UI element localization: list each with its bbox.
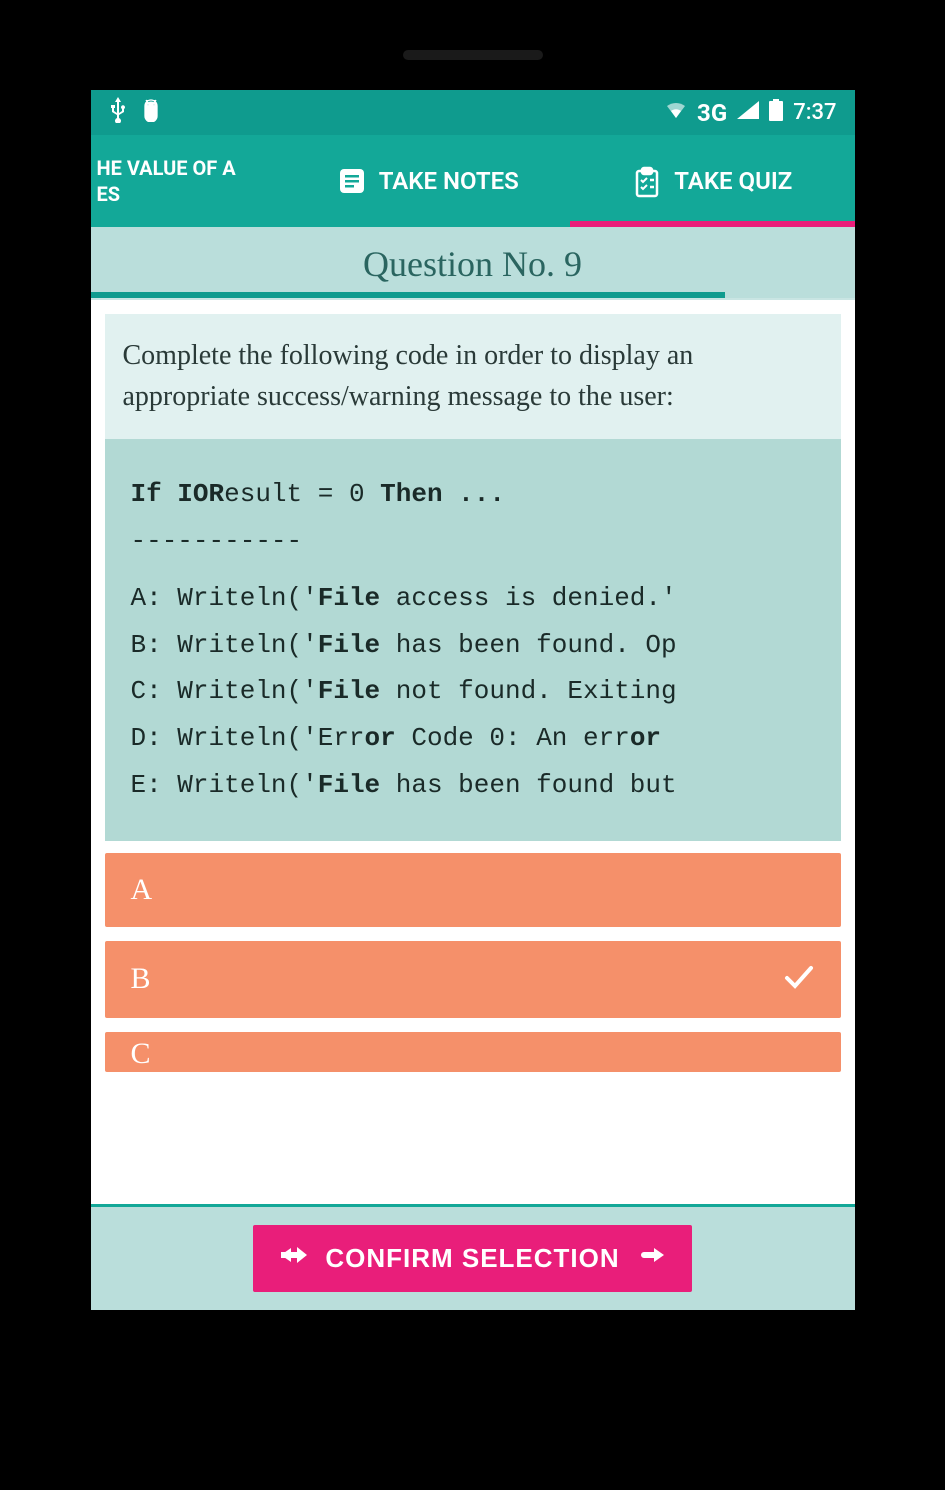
hand-right-icon [636,1244,664,1273]
question-header: Question No. 9 [91,227,855,298]
signal-icon [737,100,759,125]
bottom-bar: CONFIRM SELECTION [91,1204,855,1310]
status-right: 3G 7:37 [665,99,836,127]
answer-a-label: A [131,873,153,907]
usb-icon [109,97,127,128]
title-line-1: HE VALUE OF A [97,155,280,181]
code-divider: ----------- [131,518,815,565]
clock-time: 7:37 [793,100,836,125]
code-option-b: B: Writeln('File has been found. Op [131,622,815,669]
tab-notes-label: TAKE NOTES [379,167,519,195]
tab-take-quiz[interactable]: TAKE QUIZ [570,135,855,227]
status-left [109,97,161,128]
tab-bar: HE VALUE OF A ES TAKE NOTES TAKE QUIZ [91,135,855,227]
question-title: Question No. 9 [91,243,855,285]
answer-option-b[interactable]: B [105,941,841,1018]
code-option-a: A: Writeln('File access is denied.' [131,575,815,622]
answer-list: A B C [105,853,841,1072]
code-option-c: C: Writeln('File not found. Exiting [131,668,815,715]
answer-b-label: B [131,962,151,996]
android-debug-icon [141,98,161,127]
tab-take-notes[interactable]: TAKE NOTES [286,135,571,227]
battery-icon [769,99,783,127]
code-line-header: If IOResult = 0 Then ... [131,471,815,518]
network-label: 3G [697,99,727,127]
status-bar: 3G 7:37 [91,90,855,135]
phone-frame: 3G 7:37 HE VALUE OF A ES TAKE NOTES [83,20,863,1410]
question-prompt: Complete the following code in order to … [105,314,841,439]
hand-left-icon [281,1244,309,1273]
code-option-e: E: Writeln('File has been found but [131,762,815,809]
screen: 3G 7:37 HE VALUE OF A ES TAKE NOTES [91,90,855,1310]
tab-quiz-label: TAKE QUIZ [674,167,792,195]
content-area: Complete the following code in order to … [91,298,855,1204]
code-block: If IOResult = 0 Then ... ----------- A: … [105,439,841,841]
answer-option-a[interactable]: A [105,853,841,927]
quiz-icon [632,166,662,196]
answer-option-c[interactable]: C [105,1032,841,1072]
phone-speaker [403,50,543,60]
answer-c-label: C [131,1037,151,1071]
wifi-icon [665,100,687,125]
check-icon [783,961,815,998]
confirm-selection-button[interactable]: CONFIRM SELECTION [253,1225,691,1292]
confirm-label: CONFIRM SELECTION [325,1243,619,1274]
title-line-2: ES [97,181,280,207]
notes-icon [337,166,367,196]
page-title: HE VALUE OF A ES [91,135,286,227]
code-option-d: D: Writeln('Error Code 0: An error [131,715,815,762]
